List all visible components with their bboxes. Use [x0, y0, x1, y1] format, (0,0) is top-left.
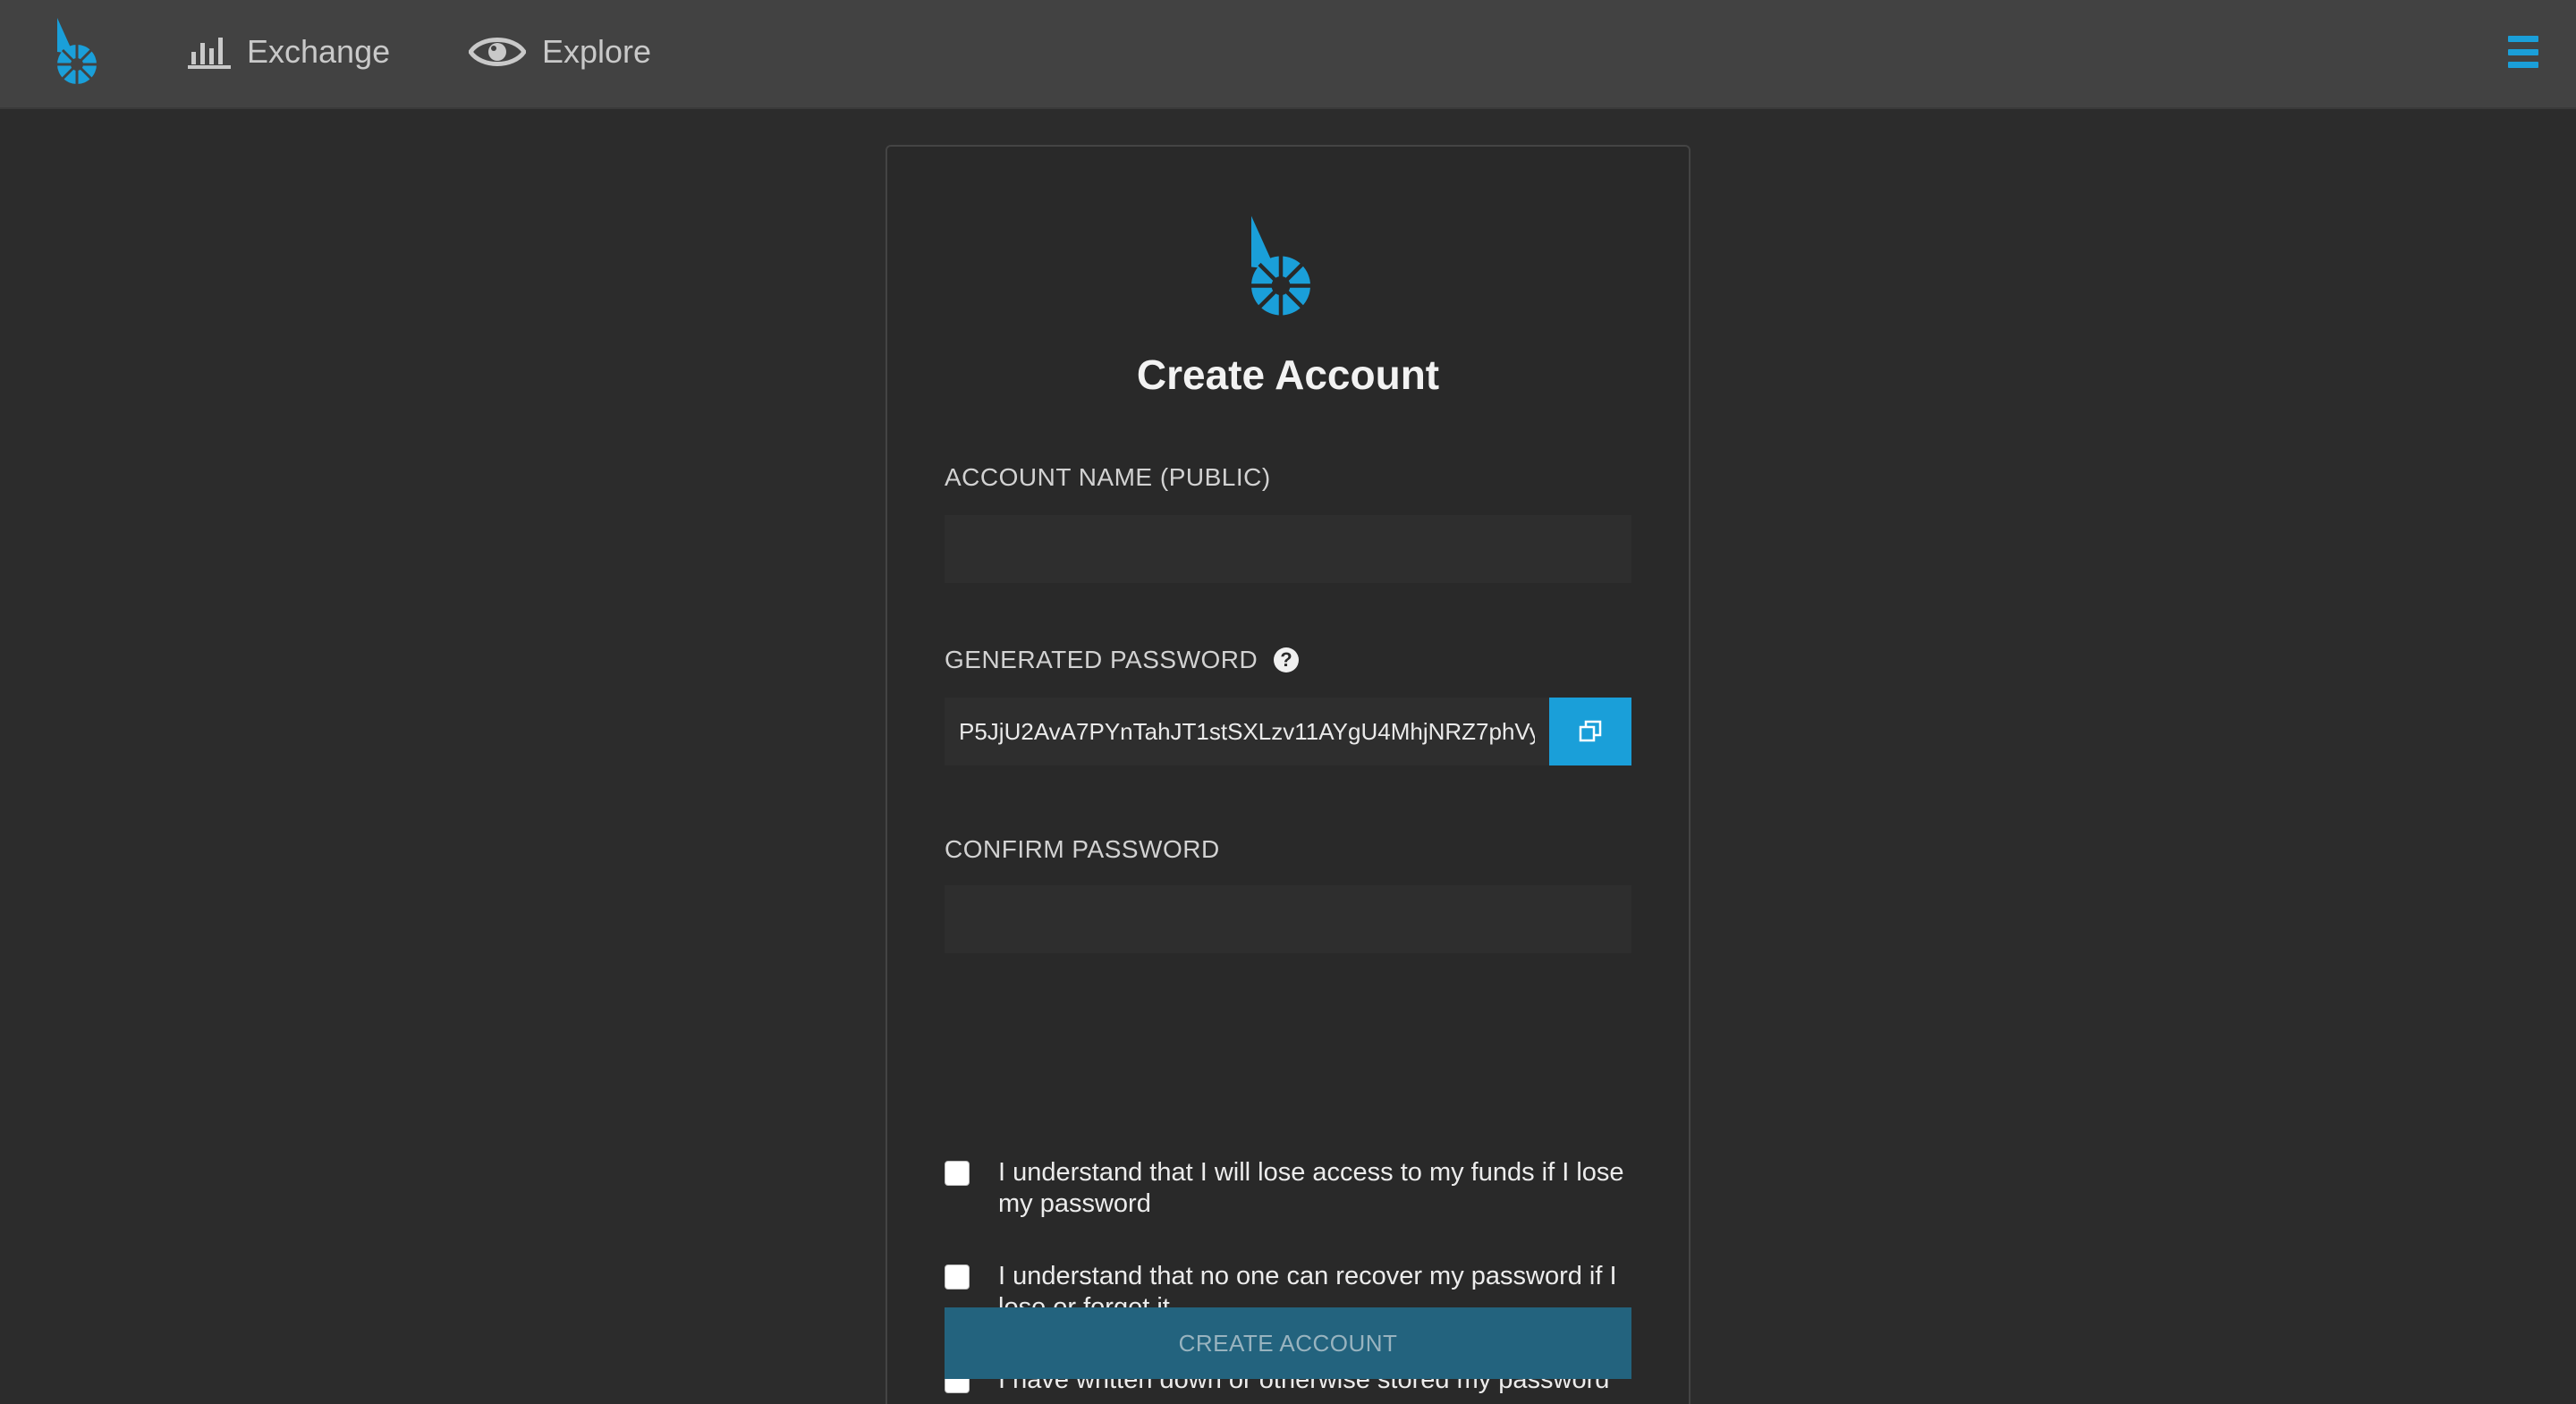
- confirm-password-input[interactable]: [945, 885, 1631, 953]
- checkbox-label: I understand that I will lose access to …: [998, 1158, 1624, 1218]
- bitshares-logo-icon[interactable]: [52, 16, 102, 86]
- checkbox[interactable]: [945, 1264, 970, 1290]
- bitshares-logo-icon: [1251, 216, 1310, 316]
- generated-password-row: [945, 698, 1631, 765]
- confirm-password-label: CONFIRM PASSWORD: [945, 835, 1220, 863]
- checkbox-row-lose-access[interactable]: I understand that I will lose access to …: [945, 1157, 1660, 1220]
- nav-exchange[interactable]: Exchange: [188, 25, 390, 79]
- top-navigation-bar: Exchange Explore: [0, 0, 2576, 109]
- copy-icon: [1579, 720, 1602, 742]
- create-account-card: Create Account ACCOUNT NAME (PUBLIC) GEN…: [886, 145, 1690, 1404]
- copy-password-button[interactable]: [1549, 698, 1631, 765]
- account-name-label: ACCOUNT NAME (PUBLIC): [945, 463, 1271, 491]
- generated-password-label: GENERATED PASSWORD: [945, 646, 1258, 673]
- checkbox[interactable]: [945, 1161, 970, 1186]
- page-title: Create Account: [1136, 351, 1440, 398]
- menu-line: [2508, 62, 2538, 68]
- menu-line: [2508, 48, 2538, 55]
- bar-chart-icon: [188, 38, 231, 69]
- create-account-button[interactable]: CREATE ACCOUNT: [945, 1307, 1631, 1379]
- menu-line: [2508, 36, 2538, 42]
- generated-password-label-row: GENERATED PASSWORD ?: [945, 646, 1300, 674]
- account-name-input[interactable]: [945, 515, 1631, 583]
- hamburger-menu-icon[interactable]: [2508, 36, 2538, 68]
- nav-explore-label: Explore: [542, 33, 652, 70]
- nav-exchange-label: Exchange: [247, 33, 391, 70]
- question-circle-icon[interactable]: ?: [1274, 647, 1300, 672]
- nav-explore[interactable]: Explore: [469, 25, 651, 79]
- generated-password-input[interactable]: [945, 698, 1549, 765]
- eye-icon: [469, 38, 526, 66]
